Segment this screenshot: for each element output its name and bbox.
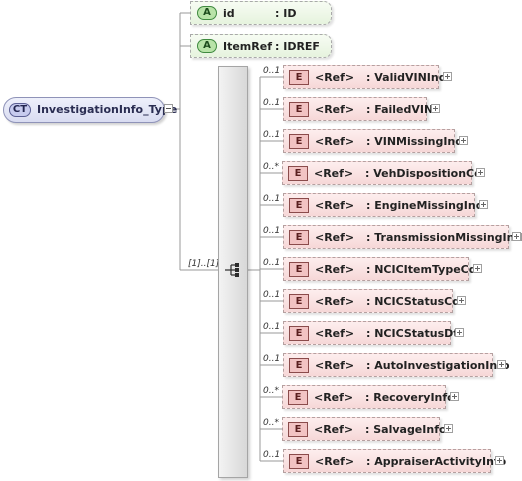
element-badge: E — [288, 390, 308, 405]
element-name: : NCICItemTypeCd — [366, 263, 477, 276]
element-ref-label: <Ref> — [315, 455, 355, 468]
expand-icon[interactable] — [450, 392, 459, 401]
attribute-name: ItemRef — [223, 40, 272, 53]
element-ref-label: <Ref> — [314, 423, 354, 436]
element-ref-label: <Ref> — [315, 199, 355, 212]
element-name: : FailedVIN — [366, 103, 434, 116]
element-multiplicity: 0..1 — [263, 226, 281, 236]
complex-type-node[interactable]: CT InvestigationInfo_Type — [3, 97, 177, 123]
element-badge: E — [289, 230, 309, 245]
element-ref-failedvin[interactable]: E <Ref> : FailedVIN — [283, 97, 433, 121]
element-name: : AutoInvestigationInfo — [366, 359, 510, 372]
element-multiplicity: 0..1 — [263, 322, 281, 332]
element-multiplicity: 0..1 — [263, 130, 281, 140]
expand-icon[interactable] — [476, 168, 485, 177]
element-badge: E — [288, 422, 308, 437]
element-ref-label: <Ref> — [315, 71, 355, 84]
element-ref-enginemissingind[interactable]: E <Ref> : EngineMissingInd — [283, 193, 484, 217]
sequence-icon — [225, 263, 239, 277]
attribute-itemref[interactable]: A ItemRef : IDREF — [190, 34, 332, 58]
element-ref-vehdispositioncd[interactable]: E <Ref> : VehDispositionCd — [282, 161, 482, 185]
element-ref-ncicstatusdt[interactable]: E <Ref> : NCICStatusDt — [283, 321, 459, 345]
element-name: : AppraiserActivityInfo — [366, 455, 507, 468]
attribute-type: : IDREF — [275, 40, 320, 53]
expand-icon[interactable] — [459, 136, 468, 145]
expand-icon[interactable] — [455, 328, 464, 337]
element-ref-ncicitemtypecd[interactable]: E <Ref> : NCICItemTypeCd — [283, 257, 477, 281]
expand-icon[interactable] — [444, 424, 453, 433]
element-multiplicity: 0..* — [263, 386, 279, 396]
element-ref-transmissionmissingind[interactable]: E <Ref> : TransmissionMissingInd — [283, 225, 522, 249]
collapse-toggle-icon[interactable] — [164, 104, 173, 113]
element-ref-label: <Ref> — [315, 135, 355, 148]
element-ref-label: <Ref> — [314, 167, 354, 180]
attribute-name: id — [223, 7, 235, 20]
element-name: : SalvageInfo — [365, 423, 447, 436]
complex-type-name: InvestigationInfo_Type — [37, 103, 178, 116]
element-ref-recoveryinfo[interactable]: E <Ref> : RecoveryInfo — [282, 385, 455, 409]
attribute-badge: A — [197, 39, 217, 53]
element-ref-appraiseractivityinfo[interactable]: E <Ref> : AppraiserActivityInfo — [283, 449, 506, 473]
expand-icon[interactable] — [497, 360, 506, 369]
attribute-type: : ID — [275, 7, 297, 20]
attribute-badge: A — [197, 6, 217, 20]
expand-icon[interactable] — [512, 232, 521, 241]
element-ref-label: <Ref> — [315, 103, 355, 116]
element-badge: E — [289, 358, 309, 373]
expand-icon[interactable] — [479, 200, 488, 209]
element-multiplicity: 0..* — [263, 418, 279, 428]
element-name: : TransmissionMissingInd — [366, 231, 522, 244]
element-ref-label: <Ref> — [315, 231, 355, 244]
element-ref-label: <Ref> — [315, 327, 355, 340]
element-name: : VehDispositionCd — [365, 167, 482, 180]
element-multiplicity: 0..1 — [263, 66, 281, 76]
sequence-multiplicity: [1]..[1] — [188, 259, 220, 269]
element-ref-label: <Ref> — [315, 295, 355, 308]
element-badge: E — [289, 294, 309, 309]
element-badge: E — [288, 166, 308, 181]
element-badge: E — [289, 102, 309, 117]
element-multiplicity: 0..1 — [263, 194, 281, 204]
expand-icon[interactable] — [457, 296, 466, 305]
element-ref-ncicstatuscd[interactable]: E <Ref> : NCICStatusCd — [283, 289, 460, 313]
element-badge: E — [289, 134, 309, 149]
element-multiplicity: 0..1 — [263, 98, 281, 108]
expand-icon[interactable] — [495, 456, 504, 465]
element-badge: E — [289, 326, 309, 341]
element-name: : VINMissingInd — [366, 135, 464, 148]
element-badge: E — [289, 454, 309, 469]
element-name: : ValidVINInd — [366, 71, 447, 84]
expand-icon[interactable] — [443, 72, 452, 81]
attribute-id[interactable]: A id : ID — [190, 1, 332, 25]
element-badge: E — [289, 262, 309, 277]
element-multiplicity: 0..1 — [263, 290, 281, 300]
element-name: : EngineMissingInd — [366, 199, 484, 212]
element-multiplicity: 0..1 — [263, 258, 281, 268]
element-ref-label: <Ref> — [314, 391, 354, 404]
element-ref-salvageinfo[interactable]: E <Ref> : SalvageInfo — [282, 417, 447, 441]
element-ref-vinmissingind[interactable]: E <Ref> : VINMissingInd — [283, 129, 463, 153]
element-name: : NCICStatusDt — [366, 327, 459, 340]
element-multiplicity: 0..* — [263, 162, 279, 172]
element-ref-label: <Ref> — [315, 359, 355, 372]
expand-icon[interactable] — [473, 264, 482, 273]
element-ref-validvinind[interactable]: E <Ref> : ValidVINInd — [283, 65, 447, 89]
complex-type-badge: CT — [9, 103, 31, 117]
element-name: : RecoveryInfo — [365, 391, 455, 404]
element-ref-label: <Ref> — [315, 263, 355, 276]
expand-icon[interactable] — [431, 104, 440, 113]
element-multiplicity: 0..1 — [263, 354, 281, 364]
element-ref-autoinvestigationinfo[interactable]: E <Ref> : AutoInvestigationInfo — [283, 353, 510, 377]
element-badge: E — [289, 198, 309, 213]
element-multiplicity: 0..1 — [263, 450, 281, 460]
element-badge: E — [289, 70, 309, 85]
element-name: : NCICStatusCd — [366, 295, 461, 308]
